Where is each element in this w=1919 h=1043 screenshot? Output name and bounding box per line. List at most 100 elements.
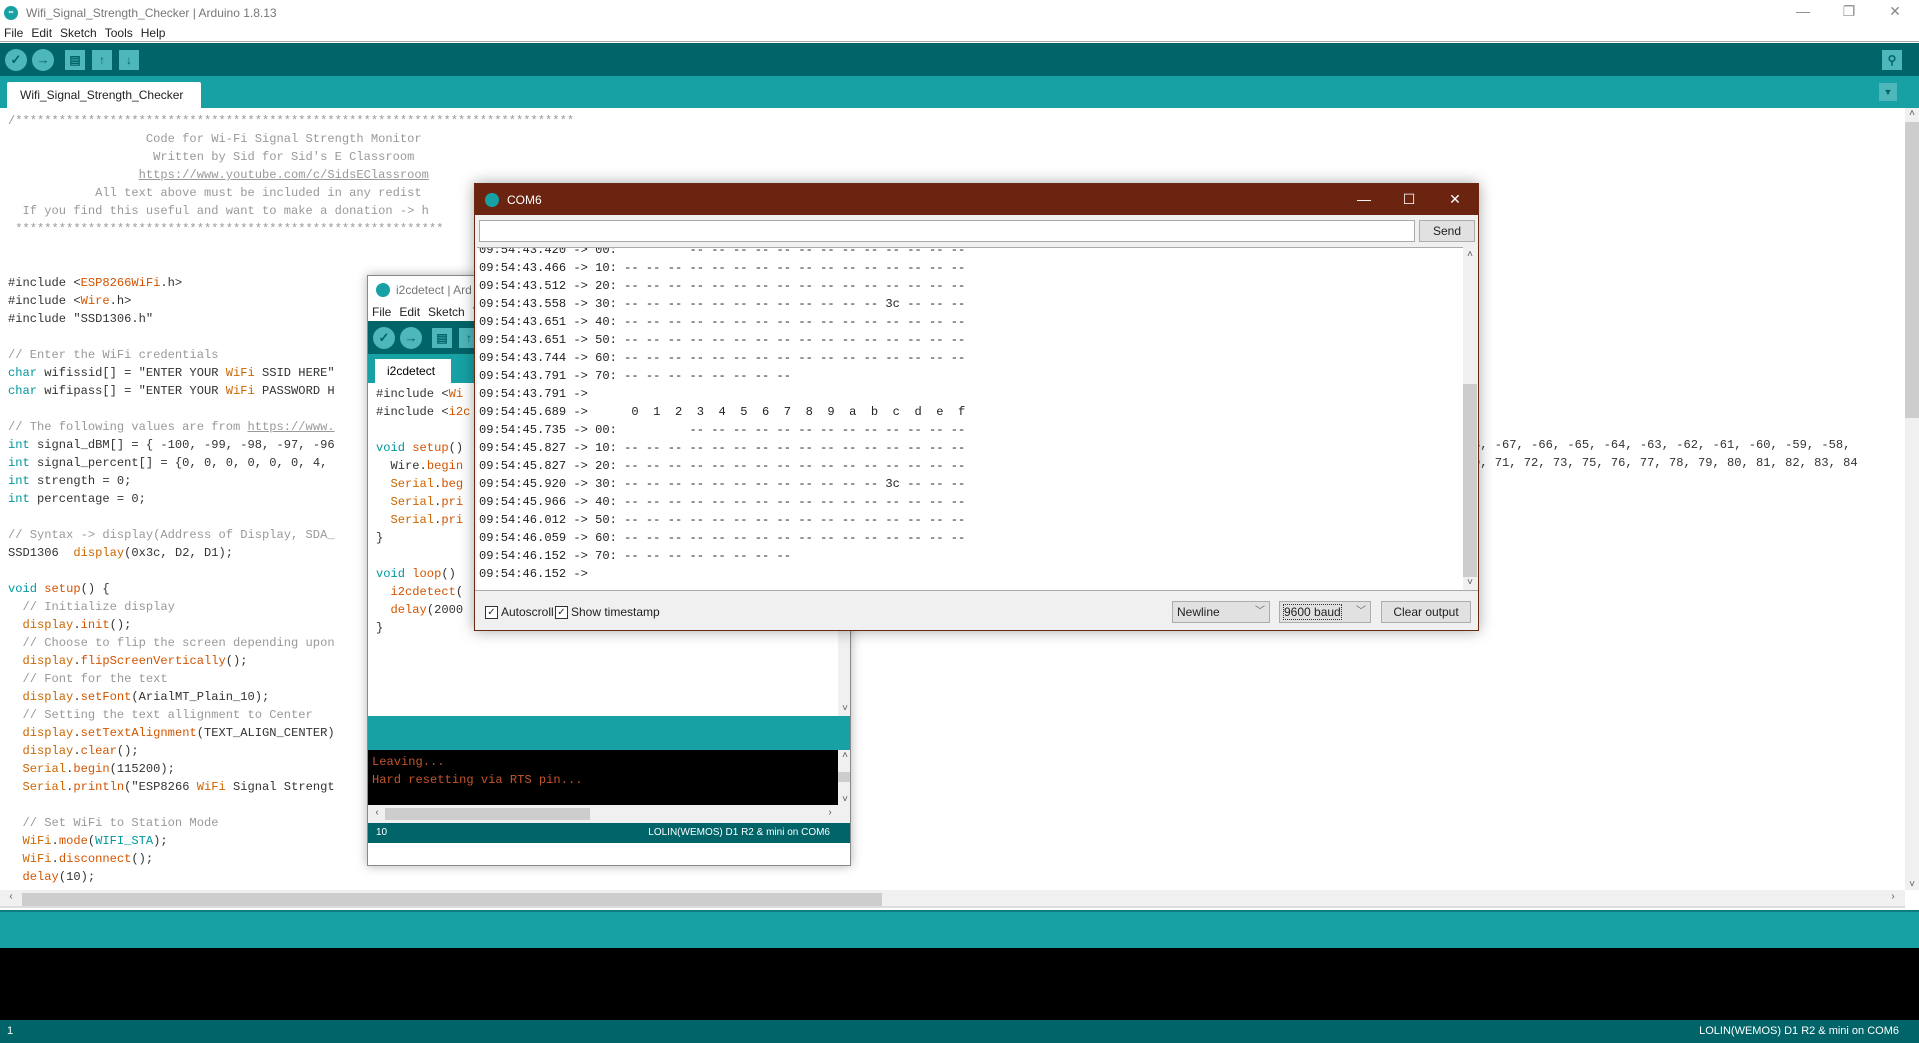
code-line: delay(2000: [390, 603, 464, 617]
serial-line: 09:54:45.920 -> 30: -- -- -- -- -- -- --…: [479, 477, 966, 491]
scroll-down-icon[interactable]: ˅: [838, 703, 850, 714]
code-line: https://www.youtube.com/c/SidsEClassroom: [138, 168, 429, 182]
menu-file[interactable]: File: [368, 303, 395, 321]
show-timestamp-label: Show timestamp: [571, 605, 660, 619]
close-button[interactable]: ✕: [1432, 184, 1478, 215]
scroll-thumb[interactable]: [1463, 384, 1477, 577]
upload-icon[interactable]: →: [400, 327, 422, 349]
serial-line: 09:54:45.827 -> 20: -- -- -- -- -- -- --…: [479, 459, 966, 473]
menubar: File Edit Sketch Tools Help: [0, 25, 1919, 42]
menu-tools[interactable]: Tools: [101, 25, 137, 41]
console-output: Leaving... Hard resetting via RTS pin...: [368, 750, 838, 805]
autoscroll-checkbox[interactable]: ✓ Autoscroll: [485, 605, 554, 619]
restore-button[interactable]: ❐: [1826, 0, 1872, 25]
chevron-down-icon: ﹀: [1356, 606, 1366, 617]
serial-line: 09:54:46.152 ->: [479, 567, 596, 581]
code-line: Written by Sid for Sid's E Classroom: [8, 150, 415, 164]
tab-wifi-signal-strength-checker[interactable]: Wifi_Signal_Strength_Checker: [7, 82, 201, 108]
save-icon[interactable]: ↓: [119, 50, 139, 70]
minimize-button[interactable]: —: [1341, 184, 1387, 215]
scroll-up-icon[interactable]: ˄: [1463, 249, 1477, 260]
board-info: LOLIN(WEMOS) D1 R2 & mini on COM6: [1699, 1025, 1899, 1037]
menu-help[interactable]: Help: [137, 25, 170, 41]
serial-line: 09:54:43.651 -> 40: -- -- -- -- -- -- --…: [479, 315, 966, 329]
serial-line: 09:54:43.791 -> 70: -- -- -- -- -- -- --…: [479, 369, 792, 383]
serial-monitor-window[interactable]: COM6 — ☐ ✕ Send 09:54:43.420 -> 00: -- -…: [474, 183, 1479, 631]
code-line: }: [376, 621, 384, 635]
console-scrollbar[interactable]: ˄ ˅: [838, 750, 850, 805]
toolbar: ✓ → ▤ ↑ ↓ ⚲: [0, 43, 1919, 76]
verify-icon[interactable]: ✓: [5, 49, 27, 71]
status-bar: 1 LOLIN(WEMOS) D1 R2 & mini on COM6: [0, 1020, 1919, 1043]
tab-menu-chevron-down-icon[interactable]: ▼: [1879, 83, 1897, 101]
line-number: 10: [376, 827, 388, 838]
main-titlebar: ∞ Wifi_Signal_Strength_Checker | Arduino…: [0, 0, 1919, 25]
serial-input[interactable]: [479, 220, 1415, 242]
serial-line: 09:54:43.744 -> 60: -- -- -- -- -- -- --…: [479, 351, 966, 365]
editor-vertical-scrollbar[interactable]: ˄ ˅: [1905, 108, 1919, 890]
new-icon[interactable]: ▤: [65, 50, 85, 70]
scroll-right-icon[interactable]: ›: [1886, 891, 1900, 902]
code-line: Wire.begin: [376, 459, 464, 473]
output-vertical-scrollbar[interactable]: ˄ ˅: [1463, 247, 1477, 590]
serial-output[interactable]: 09:54:43.420 -> 00: -- -- -- -- -- -- --…: [477, 247, 1463, 590]
autoscroll-label: Autoscroll: [501, 605, 554, 619]
serial-line: 09:54:43.558 -> 30: -- -- -- -- -- -- --…: [479, 297, 966, 311]
close-button[interactable]: ✕: [1872, 0, 1918, 25]
minimize-button[interactable]: —: [1780, 0, 1826, 25]
serial-line: 09:54:43.420 -> 00: -- -- -- -- -- -- --…: [479, 247, 966, 257]
menu-sketch[interactable]: Sketch: [56, 25, 101, 41]
tab-strip: Wifi_Signal_Strength_Checker ▼: [0, 76, 1919, 108]
scroll-down-icon[interactable]: ˅: [1905, 879, 1919, 890]
menu-edit[interactable]: Edit: [27, 25, 56, 41]
scroll-up-icon[interactable]: ˄: [1905, 108, 1919, 119]
checkmark-icon[interactable]: ✓: [555, 605, 568, 619]
serial-output-text: 09:54:43.420 -> 00: -- -- -- -- -- -- --…: [479, 247, 966, 583]
scroll-left-icon[interactable]: ‹: [370, 807, 384, 818]
upload-icon[interactable]: →: [32, 49, 54, 71]
chevron-down-icon: ﹀: [1255, 606, 1265, 617]
scroll-thumb[interactable]: [385, 808, 590, 820]
menu-file[interactable]: File: [0, 25, 27, 41]
serial-line: 09:54:46.152 -> 70: -- -- -- -- -- -- --…: [479, 549, 792, 563]
arduino-logo-icon: [485, 192, 499, 207]
tab-i2cdetect[interactable]: i2cdetect: [375, 359, 451, 383]
scroll-thumb[interactable]: [22, 893, 882, 906]
message-bar: [368, 716, 850, 750]
scroll-left-icon[interactable]: ‹: [4, 891, 18, 902]
show-timestamp-checkbox[interactable]: ✓ Show timestamp: [555, 605, 660, 619]
serial-line: 09:54:43.791 ->: [479, 387, 596, 401]
scroll-thumb[interactable]: [1905, 122, 1919, 418]
line-ending-select[interactable]: Newline ﹀: [1172, 601, 1270, 623]
scroll-down-icon[interactable]: ˅: [838, 794, 850, 805]
scroll-up-icon[interactable]: ˄: [838, 750, 850, 761]
clear-output-button[interactable]: Clear output: [1381, 601, 1471, 623]
scroll-down-icon[interactable]: ˅: [1463, 577, 1477, 588]
serial-monitor-titlebar[interactable]: COM6: [475, 184, 1478, 215]
checkmark-icon[interactable]: ✓: [485, 605, 498, 619]
scroll-thumb[interactable]: [838, 772, 850, 782]
send-button[interactable]: Send: [1419, 220, 1475, 242]
window-title: Wifi_Signal_Strength_Checker | Arduino 1…: [26, 5, 277, 20]
serial-monitor-icon[interactable]: ⚲: [1882, 50, 1902, 70]
serial-line: 09:54:43.512 -> 20: -- -- -- -- -- -- --…: [479, 279, 966, 293]
window-title: i2cdetect | Ard: [396, 282, 472, 297]
scroll-right-icon[interactable]: ›: [823, 807, 837, 818]
open-icon[interactable]: ↑: [92, 50, 112, 70]
serial-options-bar: ✓ Autoscroll ✓ Show timestamp Newline ﹀ …: [475, 590, 1478, 632]
message-bar: [0, 910, 1919, 948]
code-line: #include <Wi: [376, 387, 464, 401]
verify-icon[interactable]: ✓: [373, 327, 395, 349]
maximize-button[interactable]: ☐: [1386, 184, 1432, 215]
baud-rate-select[interactable]: 9600 baud ﹀: [1279, 601, 1371, 623]
new-icon[interactable]: ▤: [432, 328, 452, 348]
arduino-logo-icon: ∞: [4, 5, 18, 20]
menu-edit[interactable]: Edit: [395, 303, 424, 321]
code-text[interactable]: #include <Wi #include <i2c void setup() W…: [376, 385, 470, 637]
code-line: i2cdetect(: [390, 585, 464, 599]
menu-sketch[interactable]: Sketch: [424, 303, 469, 321]
status-bar: 10 LOLIN(WEMOS) D1 R2 & mini on COM6: [368, 823, 850, 843]
console-horizontal-scrollbar[interactable]: ‹ ›: [368, 805, 850, 823]
editor-horizontal-scrollbar[interactable]: ‹ ›: [0, 890, 1905, 908]
